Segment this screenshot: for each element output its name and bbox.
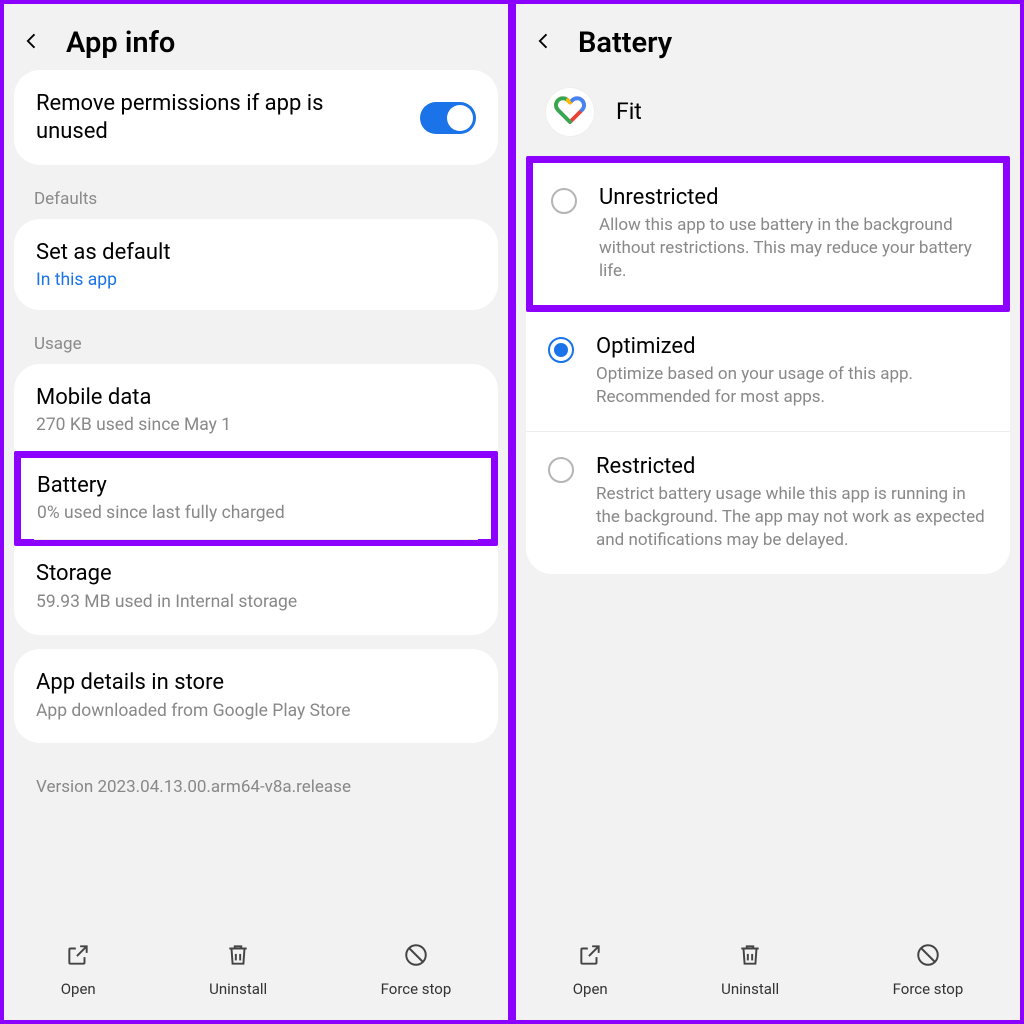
stop-icon: [915, 942, 941, 972]
toggle-label: Remove permissions if app is unused: [36, 90, 346, 145]
back-icon[interactable]: [534, 29, 554, 57]
trash-icon: [225, 942, 251, 972]
uninstall-button[interactable]: Uninstall: [209, 942, 267, 998]
card-app-details[interactable]: App details in store App downloaded from…: [14, 649, 498, 742]
card-remove-permissions[interactable]: Remove permissions if app is unused: [14, 70, 498, 165]
radio-row-optimized[interactable]: Optimized Optimize based on your usage o…: [526, 312, 1010, 431]
header-right: Battery: [516, 4, 1020, 70]
uninstall-label: Uninstall: [209, 980, 267, 998]
open-icon: [65, 942, 91, 972]
force-stop-label: Force stop: [381, 980, 452, 998]
phone-left-app-info: App info Remove permissions if app is un…: [0, 0, 512, 1024]
content-left: Remove permissions if app is unused Defa…: [4, 70, 508, 926]
back-icon[interactable]: [22, 29, 42, 57]
force-stop-label: Force stop: [893, 980, 964, 998]
open-label: Open: [573, 980, 608, 998]
stop-icon: [403, 942, 429, 972]
card-usage: Mobile data 270 KB used since May 1 Batt…: [14, 364, 498, 636]
open-button[interactable]: Open: [61, 942, 96, 998]
storage-title: Storage: [36, 560, 476, 588]
bottom-bar-right: Open Uninstall Force stop: [516, 926, 1020, 1020]
mobile-data-title: Mobile data: [36, 384, 476, 412]
highlight-unrestricted: Unrestricted Allow this app to use batte…: [526, 156, 1010, 312]
page-title: App info: [66, 26, 175, 60]
card-battery-options: Unrestricted Allow this app to use batte…: [526, 156, 1010, 574]
app-details-title: App details in store: [36, 669, 476, 697]
optimized-title: Optimized: [596, 334, 988, 359]
section-label-usage: Usage: [14, 324, 498, 364]
app-details-sub: App downloaded from Google Play Store: [36, 700, 476, 723]
radio-row-unrestricted[interactable]: Unrestricted Allow this app to use batte…: [533, 163, 1003, 305]
header-left: App info: [4, 4, 508, 70]
open-label: Open: [61, 980, 96, 998]
radio-restricted[interactable]: [548, 457, 574, 483]
highlight-battery: Battery 0% used since last fully charged: [14, 451, 498, 546]
unrestricted-title: Unrestricted: [599, 185, 985, 210]
phone-right-battery: Battery Fit Un: [512, 0, 1024, 1024]
battery-sub: 0% used since last fully charged: [37, 502, 475, 525]
row-storage[interactable]: Storage 59.93 MB used in Internal storag…: [14, 540, 498, 633]
force-stop-button[interactable]: Force stop: [893, 942, 964, 998]
page-title: Battery: [578, 26, 672, 60]
app-name: Fit: [616, 98, 642, 127]
google-fit-icon: [546, 88, 594, 136]
restricted-title: Restricted: [596, 454, 988, 479]
toggle-switch[interactable]: [420, 102, 476, 134]
open-icon: [577, 942, 603, 972]
radio-unrestricted[interactable]: [551, 188, 577, 214]
radio-optimized[interactable]: [548, 337, 574, 363]
mobile-data-sub: 270 KB used since May 1: [36, 414, 476, 437]
optimized-desc: Optimize based on your usage of this app…: [596, 363, 988, 409]
content-right: Fit Unrestricted Allow this app to use b…: [516, 70, 1020, 926]
unrestricted-desc: Allow this app to use battery in the bac…: [599, 214, 985, 283]
uninstall-label: Uninstall: [721, 980, 779, 998]
force-stop-button[interactable]: Force stop: [381, 942, 452, 998]
set-as-default-title: Set as default: [36, 239, 476, 267]
row-battery[interactable]: Battery 0% used since last fully charged: [21, 458, 491, 539]
app-header: Fit: [526, 70, 1010, 156]
radio-row-restricted[interactable]: Restricted Restrict battery usage while …: [526, 431, 1010, 574]
trash-icon: [737, 942, 763, 972]
battery-title: Battery: [37, 472, 475, 500]
section-label-defaults: Defaults: [14, 179, 498, 219]
uninstall-button[interactable]: Uninstall: [721, 942, 779, 998]
set-as-default-link: In this app: [36, 270, 476, 290]
card-set-as-default[interactable]: Set as default In this app: [14, 219, 498, 310]
restricted-desc: Restrict battery usage while this app is…: [596, 483, 988, 552]
storage-sub: 59.93 MB used in Internal storage: [36, 591, 476, 614]
version-text: Version 2023.04.13.00.arm64-v8a.release: [14, 757, 498, 817]
bottom-bar-left: Open Uninstall Force stop: [4, 926, 508, 1020]
row-mobile-data[interactable]: Mobile data 270 KB used since May 1: [14, 364, 498, 457]
open-button[interactable]: Open: [573, 942, 608, 998]
